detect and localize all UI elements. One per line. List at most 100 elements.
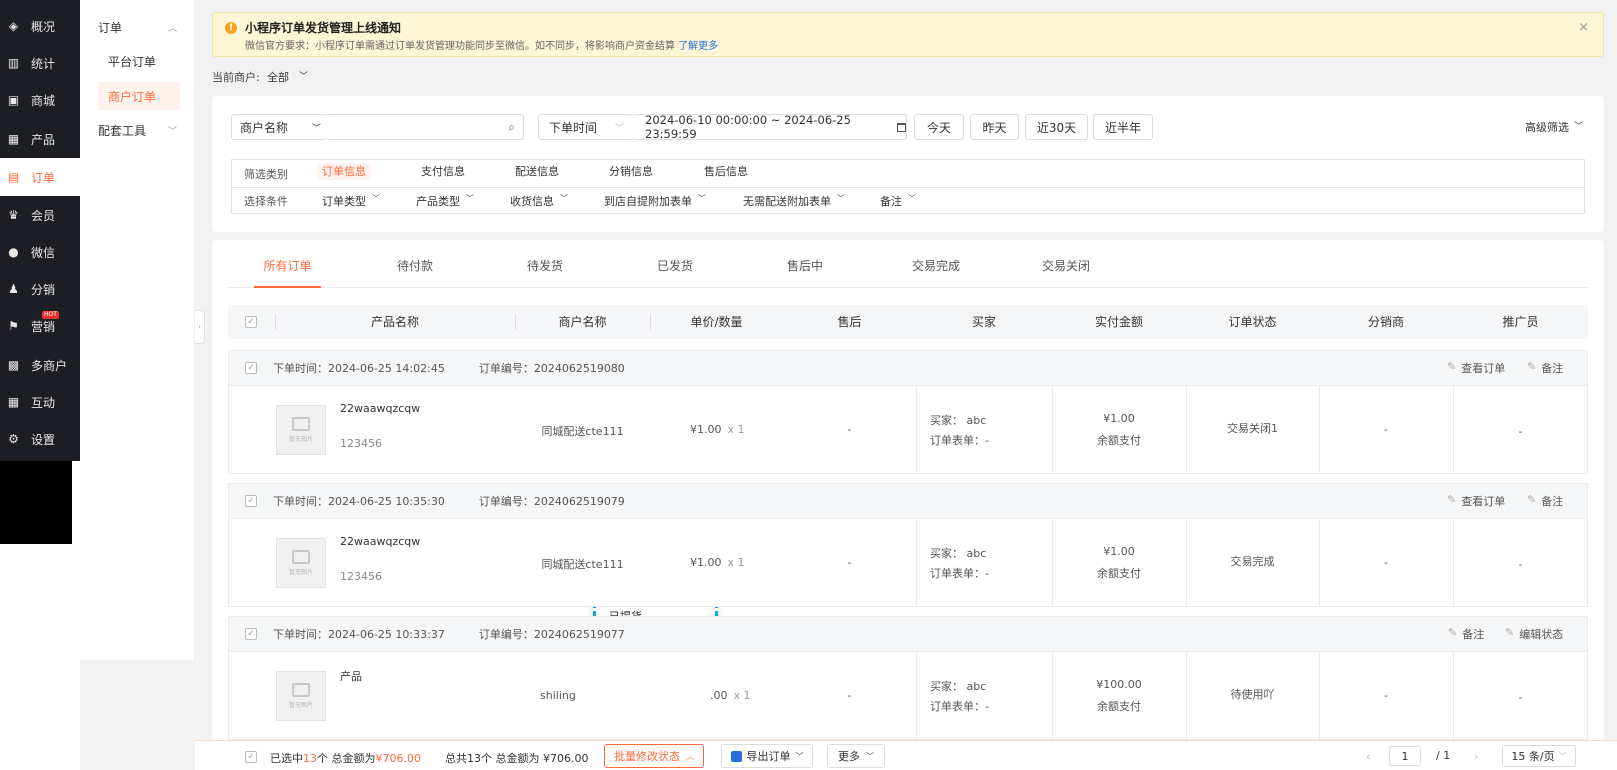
more-button[interactable]: 更多 ﹀: [827, 744, 885, 768]
field-select[interactable]: 商户名称 ﹀: [231, 114, 328, 140]
search-input[interactable]: ⌕: [327, 114, 524, 140]
filter-condition-dropdown[interactable]: 收货信息 ﹀: [510, 193, 568, 209]
order-status: 待使用吖: [1230, 688, 1275, 701]
sidebar-item-1[interactable]: ▥ 统计: [0, 45, 80, 81]
dashboard-icon: ◈: [8, 19, 19, 33]
subnav-merchant-orders[interactable]: 商户订单: [98, 82, 180, 110]
filter-category-item[interactable]: 支付信息: [416, 163, 470, 180]
sidebar-item-9[interactable]: ▩ 多商户: [0, 347, 80, 383]
sidebar-item-8[interactable]: ⚑ 营销 HOT: [0, 308, 80, 344]
calendar-icon: [896, 122, 906, 132]
product-name[interactable]: 22waawqzcqw: [340, 535, 420, 548]
bottom-select-all-checkbox[interactable]: ✓: [245, 751, 257, 763]
batch-status-button[interactable]: 批量修改状态 ︿: [604, 744, 704, 768]
filter-category-item[interactable]: 售后信息: [699, 163, 753, 180]
order-tab[interactable]: 待付款: [380, 248, 450, 288]
order-status: 交易关闭1: [1227, 422, 1278, 435]
learn-more-link[interactable]: 了解更多: [678, 41, 718, 52]
order-checkbox[interactable]: ✓: [245, 362, 257, 374]
filter-category-item[interactable]: 配送信息: [510, 163, 564, 180]
view-order-icon: ✎: [1447, 493, 1457, 506]
product-thumbnail: 暂无图片: [276, 405, 326, 455]
filter-condition-dropdown[interactable]: 备注 ﹀: [880, 193, 916, 209]
sidebar-item-4[interactable]: ▤ 订单: [0, 159, 80, 195]
column-header: 商户名称: [558, 315, 607, 329]
pay-method: 余额支付: [1097, 700, 1141, 713]
order-form: 订单表单：-: [930, 700, 989, 713]
sidebar-item-0[interactable]: ◈ 概况: [0, 8, 80, 44]
column-header: 产品名称: [370, 315, 419, 329]
select-all-checkbox[interactable]: ✓: [245, 316, 257, 328]
product-name[interactable]: 产品: [340, 668, 362, 684]
notice-title: 小程序订单发货管理上线通知: [245, 21, 402, 35]
order-tab[interactable]: 所有订单: [254, 248, 321, 288]
next-page-icon[interactable]: ›: [1474, 750, 1478, 763]
order-form: 订单表单：-: [930, 567, 989, 580]
sidebar-item-11[interactable]: ⚙ 设置: [0, 421, 80, 457]
product-thumbnail: 暂无图片: [276, 538, 326, 588]
sidebar-item-2[interactable]: ▣ 商城: [0, 82, 80, 118]
unit-price: ¥1.00 x 1: [690, 556, 745, 569]
quick-date-button[interactable]: 近30天: [1025, 114, 1088, 140]
sidebar-item-3[interactable]: ▦ 产品: [0, 121, 80, 157]
promoter: -: [1518, 425, 1523, 438]
paid-amount: ¥1.00: [1103, 412, 1135, 425]
filter-condition-dropdown[interactable]: 产品类型 ﹀: [416, 193, 474, 209]
order-action-link[interactable]: ✎ 备注: [1527, 360, 1563, 376]
order-icon: ▤: [7, 170, 20, 184]
order-tab[interactable]: 售后中: [770, 248, 840, 288]
notice-text: 微信官方要求：小程序订单需通过订单发货管理功能同步至微信。如不同步，将影响商户资…: [245, 41, 719, 52]
column-header: 买家: [971, 315, 996, 329]
page-size-select[interactable]: 15 条/页 ﹀: [1502, 745, 1576, 767]
export-orders-button[interactable]: 导出订单 ﹀: [721, 744, 813, 768]
filter-category-item[interactable]: 分销信息: [604, 163, 658, 180]
sidebar-item-7[interactable]: ♟ 分销: [0, 271, 80, 307]
category-label: 筛选类别: [244, 168, 288, 181]
product-name[interactable]: 22waawqzcqw: [340, 402, 420, 415]
order-tab[interactable]: 待发货: [510, 248, 580, 288]
order-action-link[interactable]: ✎ 备注: [1448, 626, 1484, 642]
order-action-link[interactable]: ✎ 备注: [1527, 493, 1563, 509]
order-action-link[interactable]: ✎ 编辑状态: [1505, 626, 1563, 642]
order-action-link[interactable]: ✎ 查看订单: [1447, 360, 1505, 376]
time-field-select[interactable]: 下单时间 ﹀: [538, 114, 633, 140]
page-total: / 1: [1436, 749, 1451, 762]
filter-condition-dropdown[interactable]: 到店自提附加表单 ﹀: [604, 193, 706, 209]
order-tab[interactable]: 交易完成: [900, 248, 972, 288]
order-action-link[interactable]: ✎ 查看订单: [1447, 493, 1505, 509]
order-checkbox[interactable]: ✓: [245, 495, 257, 507]
sidebar-item-10[interactable]: ▦ 互动: [0, 384, 80, 420]
filter-condition-dropdown[interactable]: 无需配送附加表单 ﹀: [743, 193, 845, 209]
subnav-group-tools[interactable]: 配套工具 ﹀: [80, 116, 195, 144]
chevron-down-icon: ﹀: [560, 194, 568, 203]
quick-date-button[interactable]: 今天: [914, 114, 964, 140]
filter-condition-dropdown[interactable]: 订单类型 ﹀: [322, 193, 380, 209]
page-input[interactable]: 1: [1389, 746, 1421, 766]
quick-date-button[interactable]: 昨天: [970, 114, 1019, 140]
order-tab[interactable]: 已发货: [640, 248, 710, 288]
chart-icon: ▥: [7, 56, 20, 70]
sidebar-item-5[interactable]: ♛ 会员: [0, 197, 80, 233]
order-tab[interactable]: 交易关闭: [1030, 248, 1102, 288]
buyer-name: 买家： abc: [930, 680, 987, 693]
prev-page-icon[interactable]: ‹: [1366, 750, 1370, 763]
filter-category-item[interactable]: 订单信息: [317, 163, 371, 180]
chevron-down-icon: ﹀: [614, 123, 624, 134]
order-status: 交易完成: [1230, 555, 1275, 568]
sidebar-item-6[interactable]: ● 微信: [0, 234, 80, 270]
merchant-name: 同城配送cte111: [541, 558, 624, 571]
paid-amount: ¥1.00: [1103, 545, 1135, 558]
order-meta: 下单时间：2024-06-25 10:35:30 订单编号：20240625190…: [273, 495, 625, 508]
close-icon[interactable]: ×: [1578, 20, 1589, 35]
order-checkbox[interactable]: ✓: [245, 628, 257, 640]
merchant-name: shiling: [540, 689, 576, 702]
order-meta: 下单时间：2024-06-25 14:02:45 订单编号：20240625190…: [273, 362, 625, 375]
subnav-platform-orders[interactable]: 平台订单: [80, 47, 195, 75]
quick-date-button[interactable]: 近半年: [1093, 114, 1153, 140]
date-range-picker[interactable]: 2024-06-10 00:00:00 ~ 2024-06-25 23:59:5…: [632, 113, 907, 141]
subnav-group-order[interactable]: 订单 ︿: [80, 13, 195, 41]
collapse-sidebar-button[interactable]: ‹: [195, 310, 205, 344]
advanced-filter-button[interactable]: 高级筛选 ﹀: [1525, 119, 1583, 135]
merchant-select[interactable]: 全部 ﹀: [267, 69, 308, 85]
search-icon[interactable]: ⌕: [508, 120, 515, 135]
